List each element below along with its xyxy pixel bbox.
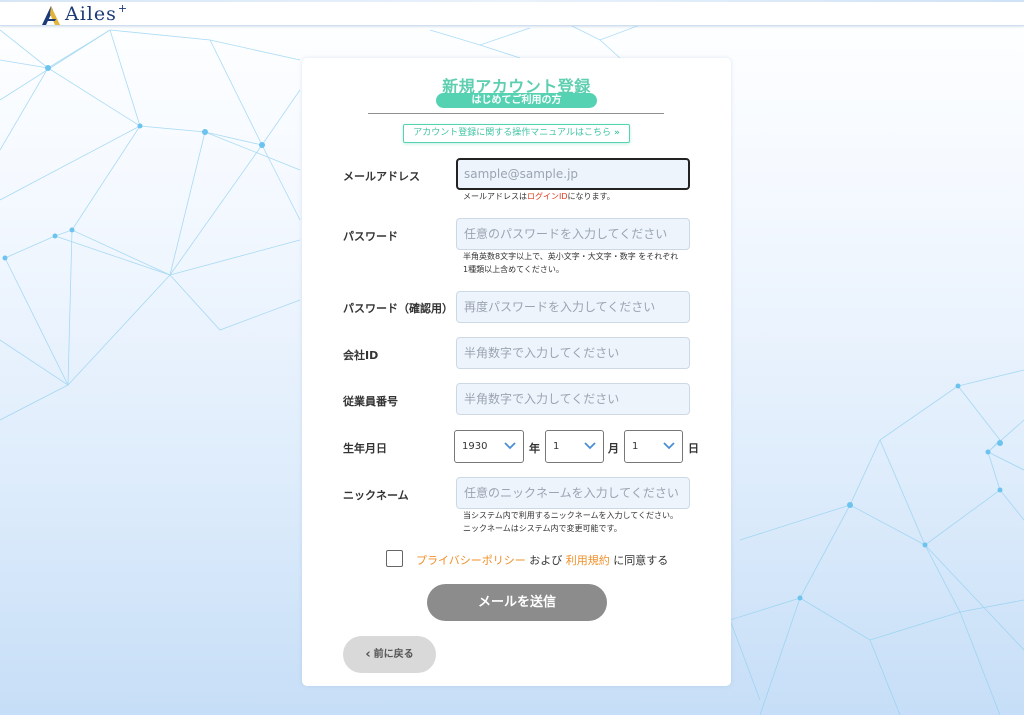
title-divider [368,113,664,114]
employee-number-label: 従業員番号 [343,395,398,408]
chevron-down-icon [663,431,675,450]
birth-day-value: 1 [632,441,639,452]
password-confirm-input[interactable] [456,291,690,323]
brand-logo[interactable]: Ailes + [40,2,128,25]
manual-link[interactable]: アカウント登録に関する操作マニュアルはこちら» [403,124,630,143]
double-chevron-right-icon: » [613,128,620,138]
birth-month-select[interactable]: 1 [545,430,604,463]
birth-day-select[interactable]: 1 [624,430,683,463]
password-confirm-label: パスワード（確認用） [343,302,453,315]
back-button[interactable]: ‹ 前に戻る [343,636,436,673]
manual-link-label: アカウント登録に関する操作マニュアルはこちら [413,128,611,138]
email-input[interactable] [456,158,690,190]
email-help-prefix: メールアドレスは [463,192,527,201]
ailes-logo-icon [42,6,60,25]
subtitle-badge: はじめてご利用の方 [436,93,597,108]
password-help-line1: 半角英数8文字以上で、英小文字・大文字・数字 をそれぞれ [463,252,679,261]
birthdate-label: 生年月日 [343,442,387,455]
agreement-suffix: に同意する [609,554,669,567]
back-button-label: 前に戻る [373,649,414,660]
password-help-line2: 1種類以上含めてください。 [463,265,564,274]
chevron-down-icon [584,431,596,450]
password-label: パスワード [343,230,398,243]
birth-year-select[interactable]: 1930 [454,430,524,463]
brand-plus: + [117,2,128,15]
chevron-down-icon [504,431,516,450]
password-input[interactable] [456,218,690,250]
day-unit: 日 [688,442,699,455]
agreement-checkbox[interactable] [386,550,403,567]
registration-card: 新規アカウント登録 はじめてご利用の方 アカウント登録に関する操作マニュアルはこ… [302,58,731,686]
nickname-input[interactable] [456,477,690,509]
agreement-text: プライバシーポリシー および 利用規約 に同意する [416,552,668,568]
chevron-left-icon: ‹ [365,647,371,662]
send-email-button[interactable]: メールを送信 [427,584,607,621]
agreement-and: および [525,554,566,567]
year-unit: 年 [529,442,540,455]
birth-year-value: 1930 [462,441,488,452]
company-id-input[interactable] [456,337,690,369]
email-help-suffix: になります。 [567,192,615,201]
nickname-help-line2: ニックネームはシステム内で変更可能です。 [463,524,622,533]
nickname-label: ニックネーム [343,489,409,502]
email-help: メールアドレスはログインIDになります。 [463,190,615,203]
employee-number-input[interactable] [456,383,690,415]
privacy-policy-link[interactable]: プライバシーポリシー [416,554,526,567]
email-help-login-id: ログインID [527,192,568,201]
birth-month-value: 1 [553,441,560,452]
brand-name: Ailes [65,3,117,25]
header-bar: Ailes + [0,0,1024,26]
company-id-label: 会社ID [343,349,379,362]
terms-link[interactable]: 利用規約 [566,554,610,567]
month-unit: 月 [608,442,619,455]
email-label: メールアドレス [343,170,420,183]
nickname-help-line1: 当システム内で利用するニックネームを入力してください。 [463,511,679,520]
